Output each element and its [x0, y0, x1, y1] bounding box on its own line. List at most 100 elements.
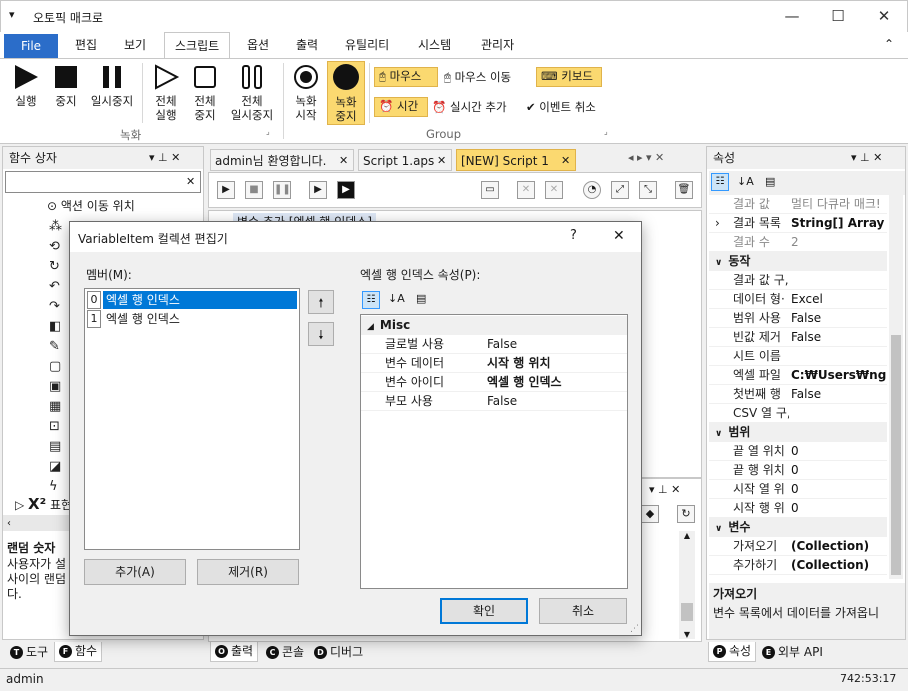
menu-view[interactable]: 보기 [114, 32, 156, 58]
grid-icon[interactable]: ▦ [49, 397, 62, 417]
tab-debug[interactable]: D 디버그 [310, 643, 367, 663]
property-row[interactable]: 글로벌 사용 False [361, 335, 627, 354]
property-row[interactable]: 결과 수 2 [709, 233, 887, 252]
time-button[interactable]: ⏰ 시간 [374, 97, 428, 117]
property-value[interactable]: 0 [791, 480, 887, 499]
pause-button[interactable]: 일시중지 [86, 63, 138, 108]
property-value[interactable]: False [487, 392, 517, 411]
menu-system[interactable]: 시스템 [408, 32, 461, 58]
help-button[interactable]: ? [570, 228, 577, 243]
vertical-scrollbar[interactable] [889, 195, 903, 579]
menu-output[interactable]: 출력 [286, 32, 328, 58]
property-category[interactable]: ∨ 범위 [709, 423, 887, 442]
image-icon[interactable]: ▭ [481, 181, 499, 199]
mouse-move-button[interactable]: 🖱 마우스 이동 [444, 69, 511, 85]
property-row[interactable]: 엑셀 파일 C:₩Users₩ngma [709, 366, 887, 385]
tree-item-expression[interactable]: ▷ X² 표현 [15, 495, 72, 513]
window-icon[interactable]: ◪ [49, 457, 62, 477]
property-pages-icon[interactable]: ▤ [765, 175, 775, 188]
camera-icon[interactable]: ⊡ [49, 417, 62, 437]
list-item[interactable]: 0 엑셀 행 인덱스 [87, 291, 297, 309]
collapse-icon[interactable]: ∨ [709, 524, 728, 534]
function-search-input[interactable]: ✕ [5, 171, 201, 193]
group-launcher-icon[interactable]: ⌟ [266, 127, 270, 136]
property-value[interactable]: False [791, 328, 887, 347]
members-list[interactable]: 0 엑셀 행 인덱스 1 엑셀 행 인덱스 [84, 288, 300, 550]
tab-external-api[interactable]: E 외부 API [758, 643, 827, 663]
property-value[interactable]: False [791, 385, 887, 404]
collapse-icon[interactable]: ∨ [709, 258, 728, 268]
property-row[interactable]: 첫번째 행 False [709, 385, 887, 404]
play-icon[interactable]: ▶ [217, 181, 235, 199]
property-row[interactable]: 시작 행 위 0 [709, 499, 887, 518]
stop-all-button[interactable]: 전체 중지 [187, 63, 223, 122]
window-menu-icon[interactable]: ▾ [9, 8, 15, 21]
delete-all-icon[interactable]: ✕ [545, 181, 563, 199]
scatter-icon[interactable]: ⁂ [49, 217, 62, 237]
realtime-add-button[interactable]: ⏰ 실시간 추가 [432, 99, 507, 115]
panel-controls[interactable]: ▾ ⊥ ✕ [149, 147, 180, 169]
property-category[interactable]: ∨ 변수 [709, 518, 887, 537]
property-row[interactable]: 끝 행 위치 0 [709, 461, 887, 480]
property-row[interactable]: › 결과 목록 String[] Array [709, 214, 887, 233]
stop-button[interactable]: 중지 [48, 63, 84, 108]
property-row[interactable]: 변수 아이디 엑셀 행 인덱스 [361, 373, 627, 392]
doc-tab-new-script[interactable]: [NEW] Script 1 ✕ [456, 149, 576, 171]
expand-icon[interactable]: › [715, 214, 720, 233]
property-row[interactable]: 범위 사용 False [709, 309, 887, 328]
property-row[interactable]: 변수 데이터 시작 행 위치 [361, 354, 627, 373]
property-category[interactable]: ∨ 동작 [709, 252, 887, 271]
step-icon[interactable]: ▶ [309, 181, 327, 199]
terminal-icon[interactable]: ▤ [49, 437, 62, 457]
repeat-icon[interactable]: ⟲ [49, 237, 62, 257]
vertical-scrollbar[interactable]: ▲ ▼ [679, 531, 695, 639]
collapse-icon[interactable]: ∨ [709, 429, 728, 439]
property-value[interactable]: (Collection) [791, 556, 887, 575]
lightning-icon[interactable]: ϟ [49, 477, 62, 497]
tab-console[interactable]: C 콘솔 [262, 643, 308, 663]
record-start-button[interactable]: 녹화 시작 [289, 63, 323, 122]
pause-all-button[interactable]: 전체 일시중지 [226, 63, 278, 122]
keyboard-button[interactable]: ⌨ 키보드 [536, 67, 602, 87]
tab-properties[interactable]: P 속성 [708, 642, 757, 662]
collapse-icon[interactable]: ⤡ [639, 181, 657, 199]
refresh-icon[interactable]: ↻ [49, 257, 62, 277]
property-row[interactable]: 결과 값 멀티 다큐라 매크! [709, 195, 887, 214]
maximize-button[interactable]: ☐ [815, 1, 861, 33]
menu-file[interactable]: File [4, 34, 58, 58]
run-button[interactable]: 실행 [8, 63, 44, 108]
property-row[interactable]: 데이터 형· Excel [709, 290, 887, 309]
remove-button[interactable]: 제거(R) [197, 559, 299, 585]
box-icon[interactable]: ▢ [49, 357, 62, 377]
record-stop-button[interactable]: 녹화 중지 [327, 61, 365, 125]
property-value[interactable]: 0 [791, 461, 887, 480]
menu-options[interactable]: 옵션 [237, 32, 279, 58]
property-pages-icon[interactable]: ▤ [416, 292, 426, 305]
timer-icon[interactable]: ◔ [583, 181, 601, 199]
cancel-button[interactable]: 취소 [539, 598, 627, 624]
expand-icon[interactable]: ⤢ [611, 181, 629, 199]
property-row[interactable]: CSV 열 구, [709, 404, 887, 423]
menu-admin[interactable]: 관리자 [471, 32, 524, 58]
event-cancel-button[interactable]: ✔ 이벤트 취소 [526, 99, 596, 115]
doc-tab-welcome[interactable]: admin님 환영합니다. ✕ [210, 149, 354, 171]
back-icon[interactable]: ◧ [49, 317, 62, 337]
close-tab-icon[interactable]: ✕ [339, 150, 348, 172]
menu-utility[interactable]: 유틸리티 [335, 32, 399, 58]
close-tab-icon[interactable]: ✕ [561, 150, 570, 172]
tab-functions[interactable]: F 함수 [54, 642, 103, 662]
group-launcher-icon[interactable]: ⌟ [604, 127, 608, 136]
pause-icon[interactable]: ❚❚ [273, 181, 291, 199]
property-value[interactable]: 0 [791, 499, 887, 518]
property-value[interactable]: 엑셀 행 인덱스 [487, 373, 562, 392]
property-value[interactable]: 0 [791, 442, 887, 461]
menu-edit[interactable]: 편집 [65, 32, 107, 58]
refresh-icon[interactable]: ↻ [677, 505, 695, 523]
property-row[interactable]: 끝 열 위치 0 [709, 442, 887, 461]
tree-item[interactable]: ⊙ 액션 이동 위치 [47, 197, 135, 214]
property-row[interactable]: 부모 사용 False [361, 392, 627, 411]
property-row[interactable]: 빈값 제거 False [709, 328, 887, 347]
property-row[interactable]: 결과 값 구, [709, 271, 887, 290]
collapse-ribbon-icon[interactable]: ⌃ [884, 37, 894, 51]
doc-tab-script1[interactable]: Script 1.aps ✕ [358, 149, 452, 171]
